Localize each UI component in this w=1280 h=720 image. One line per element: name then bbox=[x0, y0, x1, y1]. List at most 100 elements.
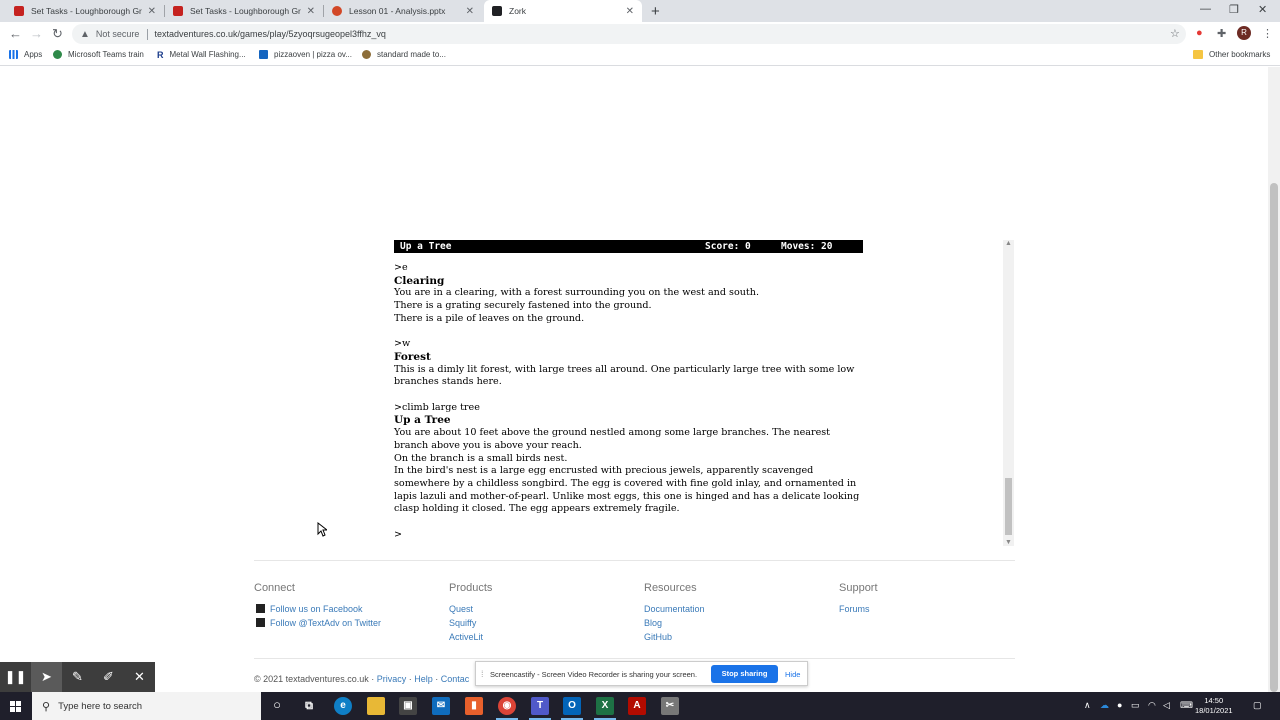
bookmark-label: Microsoft Teams train bbox=[68, 50, 144, 59]
other-bookmarks[interactable]: Other bookmarks bbox=[1193, 50, 1270, 59]
security-label[interactable]: Not secure bbox=[96, 29, 140, 39]
wifi-icon[interactable]: ◠ bbox=[1148, 700, 1156, 711]
volume-icon[interactable]: ◁ bbox=[1163, 700, 1170, 711]
bookmark-teams[interactable]: Microsoft Teams train bbox=[53, 50, 144, 59]
extensions-puzzle-icon[interactable]: ✚ bbox=[1217, 27, 1226, 40]
tab-set-tasks-2[interactable]: Set Tasks - Loughborough Gramm ✕ bbox=[165, 0, 323, 22]
file-explorer-icon[interactable] bbox=[367, 697, 385, 715]
squiffy-link[interactable]: Squiffy bbox=[449, 618, 476, 628]
office-icon[interactable]: ▮ bbox=[465, 697, 483, 715]
taskbar-search-box[interactable]: ⚲ Type here to search bbox=[32, 692, 261, 720]
outlook-icon[interactable]: O bbox=[561, 697, 583, 720]
screencastify-extension-icon[interactable]: ● bbox=[1196, 27, 1203, 39]
link-label[interactable]: Follow @TextAdv on Twitter bbox=[270, 618, 381, 628]
close-tab-icon[interactable]: ✕ bbox=[466, 6, 474, 17]
description-line: In the bird's nest is a large egg encrus… bbox=[394, 465, 860, 515]
close-tab-icon[interactable]: ✕ bbox=[307, 6, 315, 17]
scrollbar-thumb[interactable] bbox=[1270, 183, 1278, 692]
reload-icon[interactable]: ↻ bbox=[52, 26, 63, 42]
help-link[interactable]: Help bbox=[414, 674, 433, 684]
scrollbar-thumb[interactable] bbox=[1005, 478, 1012, 535]
privacy-link[interactable]: Privacy bbox=[377, 674, 407, 684]
close-tab-icon[interactable]: ✕ bbox=[626, 6, 634, 17]
forward-icon[interactable]: → bbox=[30, 26, 43, 41]
copyright-text: © 2021 textadventures.co.uk · bbox=[254, 674, 375, 684]
bookmark-star-icon[interactable]: ☆ bbox=[1170, 27, 1180, 40]
twitter-link[interactable]: Follow @TextAdv on Twitter bbox=[256, 618, 381, 628]
tab-title: Set Tasks - Loughborough Gramm bbox=[190, 6, 301, 16]
new-tab-button[interactable]: + bbox=[651, 3, 660, 20]
footer-heading-support: Support bbox=[839, 582, 878, 594]
clock[interactable]: 14:50 18/01/2021 bbox=[1195, 696, 1233, 716]
store-icon[interactable]: ▣ bbox=[399, 697, 417, 715]
warning-icon[interactable]: ▲ bbox=[80, 29, 90, 40]
scroll-up-icon[interactable]: ▲ bbox=[1005, 240, 1012, 247]
highlighter-icon[interactable]: ✐ bbox=[93, 662, 124, 692]
snipping-tool-icon[interactable]: ✂ bbox=[661, 697, 679, 715]
restore-icon[interactable]: ❐ bbox=[1229, 3, 1239, 16]
stop-sharing-button[interactable]: Stop sharing bbox=[711, 665, 778, 683]
transcript-scrollbar[interactable]: ▲ ▼ bbox=[1003, 240, 1014, 546]
activelit-link[interactable]: ActiveLit bbox=[449, 632, 483, 642]
tab-lesson-01[interactable]: Lesson 01 - Analysis.pptx ✕ bbox=[324, 0, 482, 22]
tray-overflow-icon[interactable]: ∧ bbox=[1084, 700, 1091, 711]
tab-set-tasks-1[interactable]: Set Tasks - Loughborough Gramm ✕ bbox=[6, 0, 164, 22]
link-label[interactable]: Follow us on Facebook bbox=[270, 604, 363, 614]
search-placeholder: Type here to search bbox=[58, 700, 143, 712]
notifications-icon[interactable]: ▢ bbox=[1253, 700, 1262, 711]
forums-link[interactable]: Forums bbox=[839, 604, 870, 614]
language-icon[interactable]: ⌨ bbox=[1180, 700, 1193, 711]
teams-app-icon[interactable]: T bbox=[529, 697, 551, 720]
bookmark-apps[interactable]: Apps bbox=[9, 50, 42, 59]
microphone-icon[interactable]: ● bbox=[1117, 700, 1122, 710]
drag-handle-icon[interactable]: ⁞ bbox=[481, 669, 484, 679]
footer-divider bbox=[254, 658, 1015, 659]
excel-icon[interactable]: X bbox=[594, 697, 616, 720]
footer-heading-connect: Connect bbox=[254, 582, 295, 594]
start-button[interactable] bbox=[0, 692, 32, 720]
url-text[interactable]: textadventures.co.uk/games/play/5zyoqrsu… bbox=[154, 29, 385, 39]
menu-kebab-icon[interactable]: ⋮ bbox=[1262, 27, 1273, 40]
address-bar[interactable]: ▲ Not secure textadventures.co.uk/games/… bbox=[72, 24, 1186, 44]
clock-date: 18/01/2021 bbox=[1195, 706, 1233, 715]
pause-icon[interactable]: ❚❚ bbox=[0, 662, 31, 692]
description-line: There is a pile of leaves on the ground. bbox=[394, 312, 585, 324]
bookmark-pizzaoven[interactable]: pizzaoven | pizza ov... bbox=[259, 50, 352, 59]
scroll-down-icon[interactable]: ▼ bbox=[1005, 539, 1012, 546]
r-logo-icon: R bbox=[157, 50, 164, 60]
minimize-icon[interactable]: — bbox=[1200, 3, 1211, 15]
bookmark-label: standard made to... bbox=[377, 50, 446, 59]
mail-icon[interactable]: ✉ bbox=[432, 697, 450, 715]
onedrive-icon[interactable]: ☁ bbox=[1100, 700, 1109, 711]
bookmark-standard[interactable]: standard made to... bbox=[362, 50, 446, 59]
profile-avatar[interactable]: R bbox=[1237, 26, 1251, 40]
bookmark-label: Metal Wall Flashing... bbox=[169, 50, 246, 59]
back-icon[interactable]: ← bbox=[9, 26, 22, 41]
keyboard-icon[interactable]: ▭ bbox=[1131, 700, 1140, 711]
quest-link[interactable]: Quest bbox=[449, 604, 473, 614]
page-scrollbar[interactable] bbox=[1268, 67, 1280, 692]
close-tab-icon[interactable]: ✕ bbox=[148, 6, 156, 17]
edge-icon[interactable]: e bbox=[334, 697, 352, 715]
documentation-link[interactable]: Documentation bbox=[644, 604, 705, 614]
contact-link[interactable]: Contac bbox=[441, 674, 470, 684]
mouse-cursor-icon bbox=[317, 522, 327, 537]
footer-divider bbox=[254, 560, 1015, 561]
chrome-icon[interactable]: ◉ bbox=[496, 697, 518, 720]
task-view-icon[interactable]: ⧉ bbox=[300, 697, 318, 715]
close-window-icon[interactable]: ✕ bbox=[1258, 3, 1267, 16]
github-link[interactable]: GitHub bbox=[644, 632, 672, 642]
close-toolbar-icon[interactable]: ✕ bbox=[124, 662, 155, 692]
bookmark-metal-wall[interactable]: R Metal Wall Flashing... bbox=[157, 50, 246, 60]
cortana-icon[interactable]: ○ bbox=[268, 697, 286, 715]
pointer-icon[interactable]: ➤ bbox=[31, 662, 62, 692]
facebook-link[interactable]: Follow us on Facebook bbox=[256, 604, 363, 614]
pen-icon[interactable]: ✎ bbox=[62, 662, 93, 692]
hide-button[interactable]: Hide bbox=[785, 670, 800, 679]
favicon-icon bbox=[14, 6, 24, 16]
blog-link[interactable]: Blog bbox=[644, 618, 662, 628]
screen-sharing-banner: ⁞ Screencastify - Screen Video Recorder … bbox=[475, 661, 808, 686]
tab-zork[interactable]: Zork ✕ bbox=[484, 0, 642, 22]
acrobat-icon[interactable]: A bbox=[628, 697, 646, 715]
command-prompt-input[interactable]: > bbox=[394, 529, 864, 542]
